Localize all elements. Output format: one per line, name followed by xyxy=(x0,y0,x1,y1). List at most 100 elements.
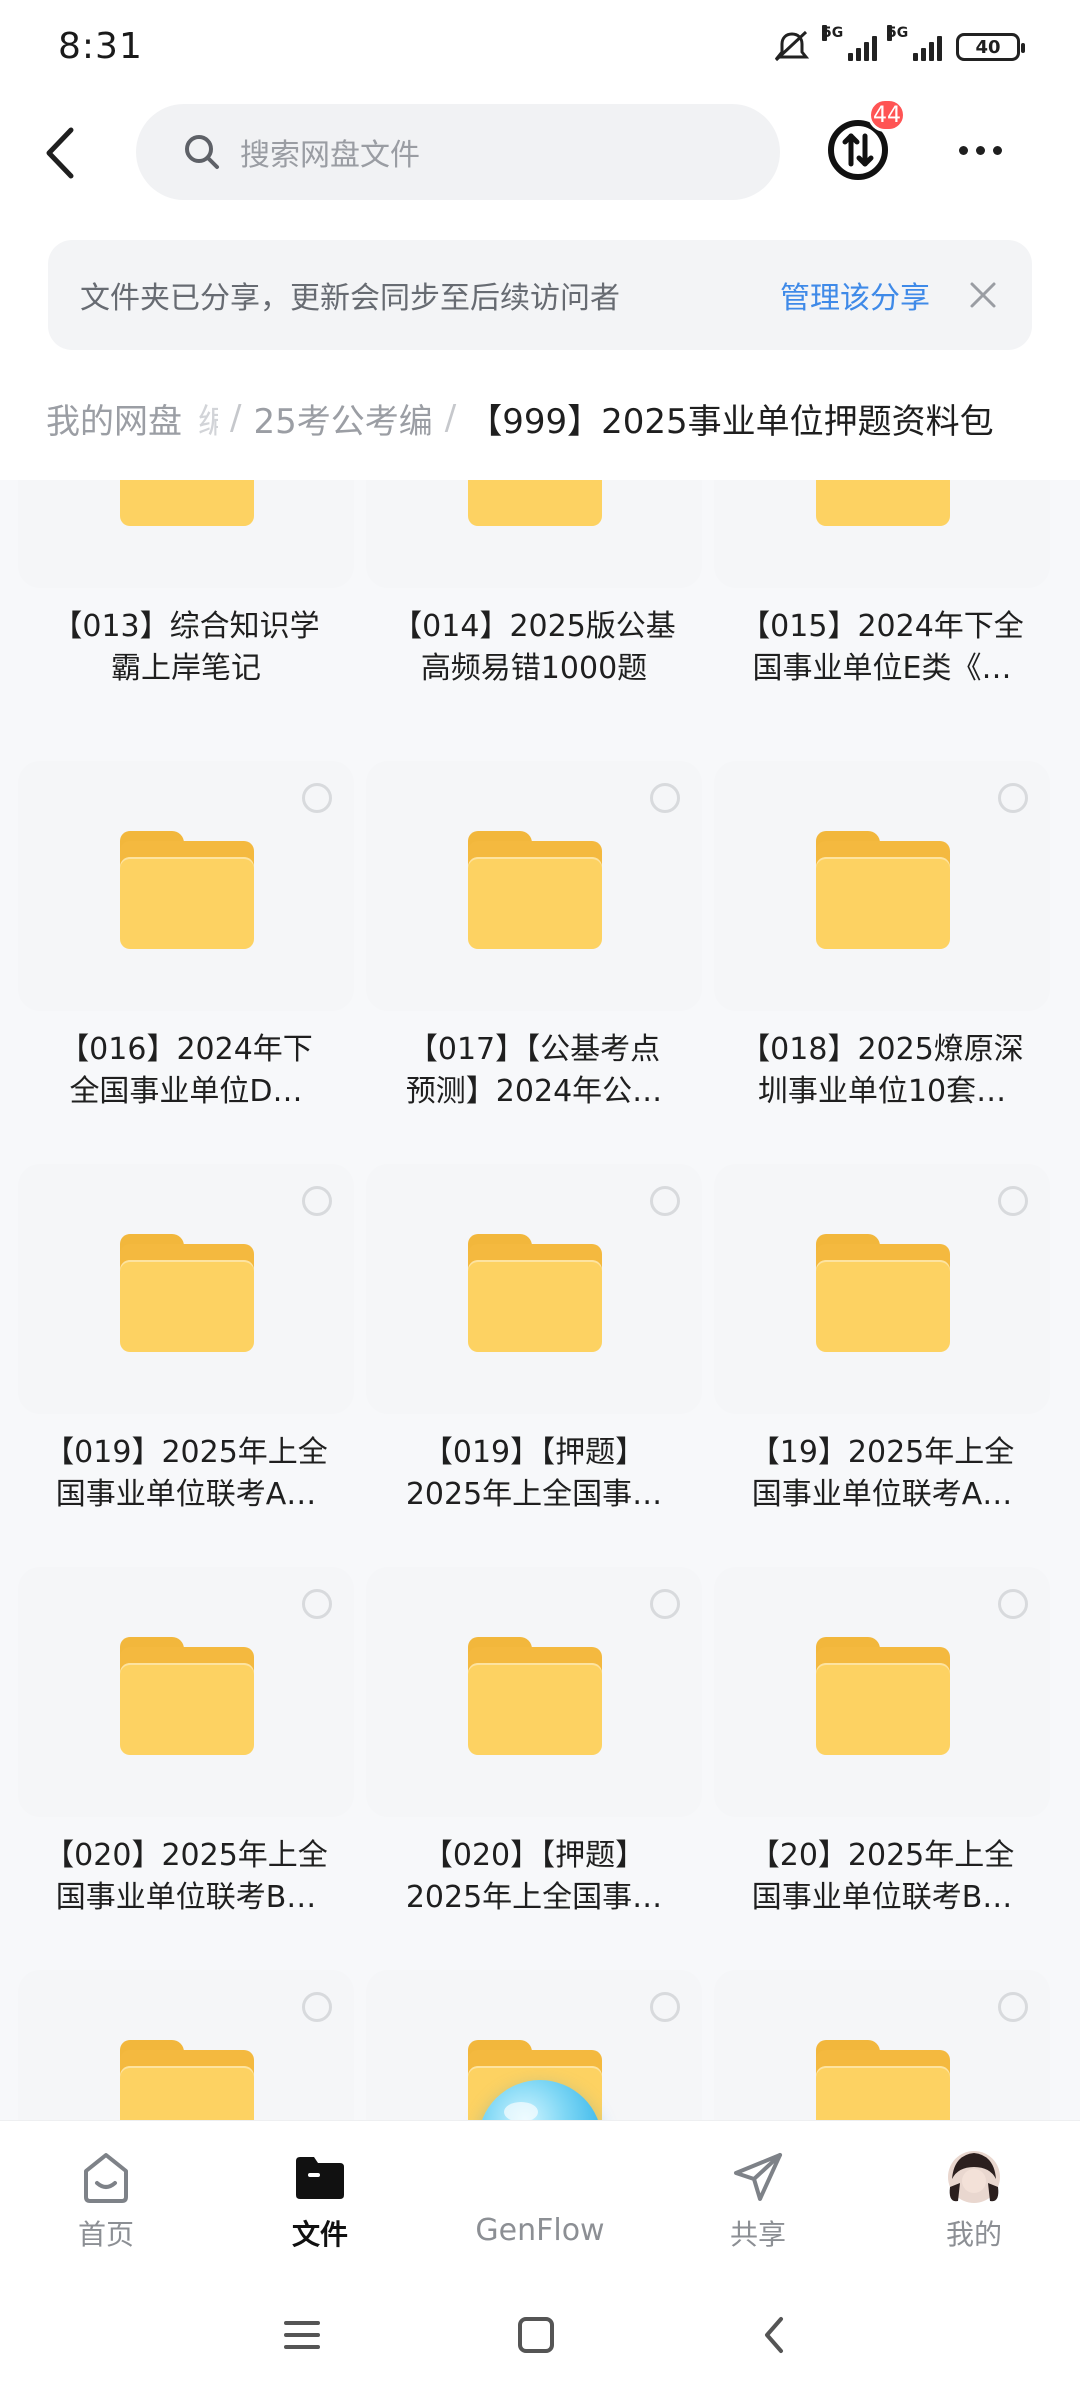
select-checkbox[interactable] xyxy=(650,783,680,813)
signal-icon: 5G xyxy=(822,25,877,61)
breadcrumb-separator: / xyxy=(230,398,242,438)
avatar xyxy=(948,2151,1000,2203)
status-bar: 8:31 5G 5G 40 xyxy=(0,0,1080,100)
status-icons: 5G 5G 40 xyxy=(772,25,1025,64)
select-checkbox[interactable] xyxy=(302,1992,332,2022)
menu-icon xyxy=(284,2321,320,2349)
folder-name: 【015】2024年下全 国事业单位E类《… xyxy=(740,609,1024,686)
folder-icon xyxy=(468,1637,602,1755)
folder-card[interactable] xyxy=(366,761,702,1011)
breadcrumb-parent[interactable]: 25考公考编 xyxy=(253,394,432,443)
folder-name: 【20】2025年上全 国事业单位联考B… xyxy=(749,1838,1015,1915)
folder-card[interactable] xyxy=(366,1567,702,1817)
folder-name: 【017】【公基考点 预测】2024年公… xyxy=(405,1032,663,1109)
status-time: 8:31 xyxy=(58,26,143,67)
select-checkbox[interactable] xyxy=(650,1992,680,2022)
folder-name: 【019】2025年上全 国事业单位联考A… xyxy=(44,1435,328,1512)
folder-card[interactable] xyxy=(18,761,354,1011)
folder-name: 【020】2025年上全 国事业单位联考B… xyxy=(44,1838,328,1915)
chevron-left-icon xyxy=(765,2317,783,2353)
folder-name: 【014】2025版公基 高频易错1000题 xyxy=(392,609,676,686)
folder-card[interactable] xyxy=(18,1164,354,1414)
folder-icon xyxy=(120,1637,254,1755)
breadcrumb-separator: / xyxy=(444,398,457,438)
search-placeholder: 搜索网盘文件 xyxy=(240,138,420,173)
folder-icon xyxy=(816,1637,950,1755)
breadcrumb-current: 【999】2025事业单位押题资料包 xyxy=(468,401,994,442)
home-icon xyxy=(84,2153,128,2203)
folder-icon xyxy=(120,2040,254,2120)
folder-icon xyxy=(120,480,254,526)
folder-icon xyxy=(816,480,950,526)
folder-name: 【018】2025燎原深 圳事业单位10套… xyxy=(740,1032,1024,1109)
select-checkbox[interactable] xyxy=(998,1186,1028,1216)
signal-icon: 5G xyxy=(887,25,942,61)
folder-icon xyxy=(816,2040,950,2120)
folder-card[interactable] xyxy=(366,1164,702,1414)
select-checkbox[interactable] xyxy=(302,1589,332,1619)
select-checkbox[interactable] xyxy=(650,1186,680,1216)
search-input[interactable]: 搜索网盘文件 xyxy=(136,104,780,200)
more-icon xyxy=(958,145,968,155)
transfer-badge: 44 xyxy=(868,98,906,132)
system-nav xyxy=(0,2270,1080,2400)
nav-files-label: 文件 xyxy=(291,2218,348,2251)
nav-home-label: 首页 xyxy=(77,2218,134,2251)
manage-share-link[interactable]: 管理该分享 xyxy=(780,273,930,317)
nav-genflow[interactable]: GenFlow xyxy=(450,2121,630,2271)
folder-icon xyxy=(296,2157,344,2199)
back-button[interactable] xyxy=(30,118,90,188)
nav-mine-label: 我的 xyxy=(945,2218,1002,2251)
select-checkbox[interactable] xyxy=(650,1589,680,1619)
folder-grid: 【013】综合知识学 霸上岸笔记 【014】2025版公基 高频易错1000题 【015… xyxy=(0,480,1080,2120)
chevron-left-icon xyxy=(46,127,74,179)
folder-name: 【19】2025年上全 国事业单位联考A… xyxy=(749,1435,1015,1512)
folder-name: 【013】综合知识学 霸上岸笔记 xyxy=(52,609,320,686)
folder-icon xyxy=(816,1234,950,1352)
folder-name: 【019】【押题】 2025年上全国事… xyxy=(405,1435,663,1512)
select-checkbox[interactable] xyxy=(998,1589,1028,1619)
nav-genflow-label: GenFlow xyxy=(475,2213,605,2248)
close-icon[interactable] xyxy=(966,278,1000,312)
bottom-nav: 首页 文件 GenFlow 共享 我的 xyxy=(0,2120,1080,2270)
breadcrumb: 我的网盘 编 / 25考公考编 / 【999】2025事业单位押题资料包 xyxy=(0,380,1080,456)
share-notice: 文件夹已分享，更新会同步至后续访问者 管理该分享 xyxy=(48,240,1032,350)
folder-card[interactable] xyxy=(714,1567,1050,1817)
folder-name: 【016】2024年下 全国事业单位D… xyxy=(59,1032,313,1109)
send-icon xyxy=(734,2153,782,2201)
folder-card[interactable] xyxy=(714,761,1050,1011)
folder-icon xyxy=(816,831,950,949)
battery-icon: 40 xyxy=(956,33,1025,61)
mute-icon xyxy=(774,30,810,62)
nav-share-label: 共享 xyxy=(729,2218,786,2251)
share-notice-text: 文件夹已分享，更新会同步至后续访问者 xyxy=(80,281,620,316)
select-checkbox[interactable] xyxy=(302,1186,332,1216)
breadcrumb-root[interactable]: 我的网盘 xyxy=(20,387,198,449)
nav-home[interactable]: 首页 xyxy=(16,2121,196,2271)
search-icon xyxy=(185,135,219,169)
folder-icon xyxy=(468,1234,602,1352)
nav-share[interactable]: 共享 xyxy=(668,2121,848,2271)
more-button[interactable] xyxy=(950,130,1010,170)
folder-icon xyxy=(468,480,602,526)
breadcrumb-hidden: 编 xyxy=(198,401,218,442)
folder-card[interactable] xyxy=(18,1567,354,1817)
folder-card[interactable] xyxy=(714,480,1050,588)
select-checkbox[interactable] xyxy=(998,1992,1028,2022)
home-button[interactable] xyxy=(506,2310,566,2360)
folder-name: 【020】【押题】 2025年上全国事… xyxy=(405,1838,663,1915)
select-checkbox[interactable] xyxy=(998,783,1028,813)
folder-icon xyxy=(468,831,602,949)
select-checkbox[interactable] xyxy=(302,783,332,813)
folder-card[interactable] xyxy=(714,1164,1050,1414)
folder-card[interactable] xyxy=(18,1970,354,2120)
system-back-button[interactable] xyxy=(744,2310,804,2360)
folder-card[interactable] xyxy=(18,480,354,588)
folder-card[interactable] xyxy=(366,480,702,588)
nav-mine[interactable]: 我的 xyxy=(884,2121,1064,2271)
folder-card[interactable] xyxy=(714,1970,1050,2120)
square-icon xyxy=(518,2317,554,2353)
folder-icon xyxy=(120,1234,254,1352)
menu-button[interactable] xyxy=(272,2310,332,2360)
nav-files[interactable]: 文件 xyxy=(230,2121,410,2271)
